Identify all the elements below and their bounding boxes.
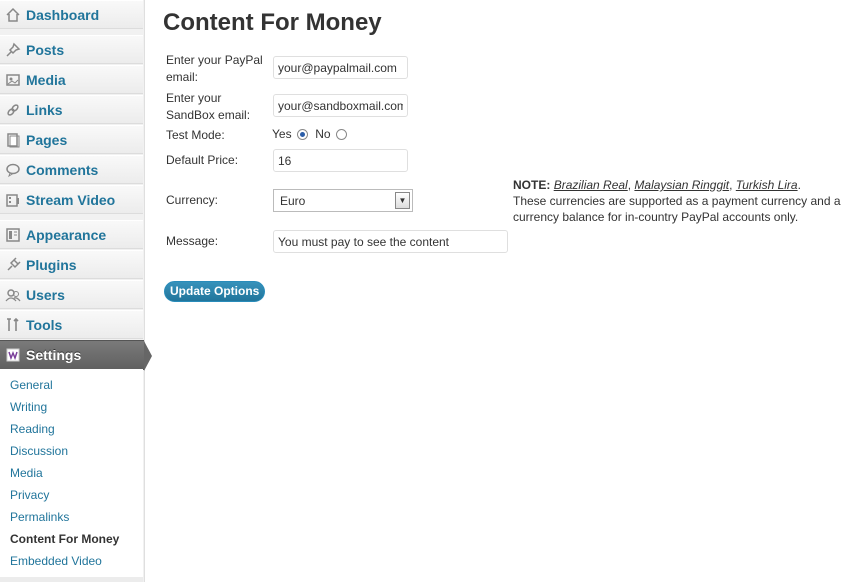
plugins-icon — [5, 256, 21, 273]
currency-select[interactable]: Euro ▼ — [273, 189, 413, 212]
menu-label: Media — [26, 71, 66, 88]
menu-label: Settings — [26, 347, 82, 363]
menu-appearance[interactable]: Appearance — [0, 220, 143, 249]
message-label: Message: — [166, 234, 219, 248]
sandbox-email-label: Enter your SandBox email: — [166, 90, 250, 124]
dashboard-icon — [5, 7, 21, 23]
menu-tools[interactable]: Tools — [0, 310, 143, 339]
currency-note: NOTE: Brazilian Real, Malaysian Ringgit,… — [513, 178, 841, 224]
submenu-embedded-video[interactable]: Embedded Video — [10, 554, 102, 568]
menu-label: Stream Video — [26, 191, 116, 208]
sandbox-label-line-2: SandBox email: — [166, 108, 251, 122]
media-icon — [5, 72, 21, 88]
test-mode-no-radio[interactable] — [335, 129, 347, 140]
menu-users[interactable]: Users — [0, 280, 143, 309]
menu-stream-video[interactable]: Stream Video — [0, 185, 143, 214]
update-options-button[interactable]: Update Options — [164, 281, 266, 302]
default-price-label: Default Price: — [166, 153, 239, 167]
menu-label: Links — [26, 101, 63, 118]
submenu-media[interactable]: Media — [10, 466, 43, 480]
menu-dashboard[interactable]: Dashboard — [0, 0, 143, 29]
users-icon — [5, 287, 21, 303]
links-icon — [5, 102, 21, 118]
menu-label: Pages — [26, 131, 68, 148]
test-mode-yes-radio[interactable] — [296, 129, 308, 140]
test-mode-label: Test Mode: — [166, 128, 225, 142]
message-field[interactable] — [273, 230, 508, 253]
currency-brazilian-real: Brazilian Real — [553, 178, 628, 192]
settings-icon — [5, 347, 21, 363]
paypal-label-line-1: Enter your PayPal — [166, 53, 263, 67]
submenu-writing[interactable]: Writing — [10, 400, 47, 414]
submenu-reading[interactable]: Reading — [10, 422, 55, 436]
menu-comments[interactable]: Comments — [0, 155, 143, 184]
menu-label: Comments — [26, 161, 99, 178]
pushpin-icon — [5, 42, 21, 58]
settings-submenu: General Writing Reading Discussion Media… — [0, 369, 143, 578]
paypal-label-line-2: email: — [166, 70, 199, 84]
submenu-privacy[interactable]: Privacy — [10, 488, 49, 502]
menu-links[interactable]: Links — [0, 95, 143, 124]
default-price-field[interactable] — [273, 149, 408, 172]
note-prefix: NOTE: — [513, 178, 551, 192]
menu-pages[interactable]: Pages — [0, 125, 143, 154]
menu-label: Dashboard — [26, 6, 100, 23]
submenu-discussion[interactable]: Discussion — [10, 444, 68, 458]
pages-icon — [5, 132, 21, 148]
appearance-icon — [5, 227, 21, 243]
currency-selected-value: Euro — [280, 193, 306, 208]
menu-label: Tools — [26, 316, 63, 333]
test-mode-yes-label: Yes — [272, 127, 292, 141]
test-mode-options: Yes No — [272, 127, 351, 141]
tools-icon — [5, 317, 21, 333]
note-text: These currencies are supported as a paym… — [513, 194, 841, 224]
menu-posts[interactable]: Posts — [0, 35, 143, 64]
currency-malaysian-ringgit: Malaysian Ringgit — [634, 178, 730, 192]
paypal-email-field[interactable] — [273, 56, 408, 79]
menu-label: Plugins — [26, 256, 77, 273]
sandbox-email-field[interactable] — [273, 94, 408, 117]
comments-icon — [5, 162, 21, 178]
currency-label: Currency: — [166, 193, 219, 207]
dropdown-arrow-icon[interactable]: ▼ — [395, 192, 410, 209]
menu-settings[interactable]: Settings — [0, 340, 152, 371]
menu-label: Users — [26, 286, 65, 303]
menu-plugins[interactable]: Plugins — [0, 250, 143, 279]
page-title: Content For Money — [163, 9, 382, 36]
paypal-email-label: Enter your PayPal email: — [166, 52, 263, 86]
menu-label: Appearance — [26, 226, 107, 243]
admin-sidebar: Dashboard Posts Media Links Pages Commen… — [0, 0, 152, 582]
sandbox-label-line-1: Enter your — [166, 91, 222, 105]
submenu-permalinks[interactable]: Permalinks — [10, 510, 69, 524]
menu-media[interactable]: Media — [0, 65, 143, 94]
video-icon — [5, 192, 21, 208]
test-mode-no-label: No — [315, 127, 331, 141]
currency-turkish-lira: Turkish Lira — [735, 178, 798, 192]
menu-label: Posts — [26, 41, 65, 58]
sidebar-divider — [0, 577, 143, 582]
submenu-content-for-money[interactable]: Content For Money — [10, 532, 119, 546]
submenu-general[interactable]: General — [10, 378, 53, 392]
